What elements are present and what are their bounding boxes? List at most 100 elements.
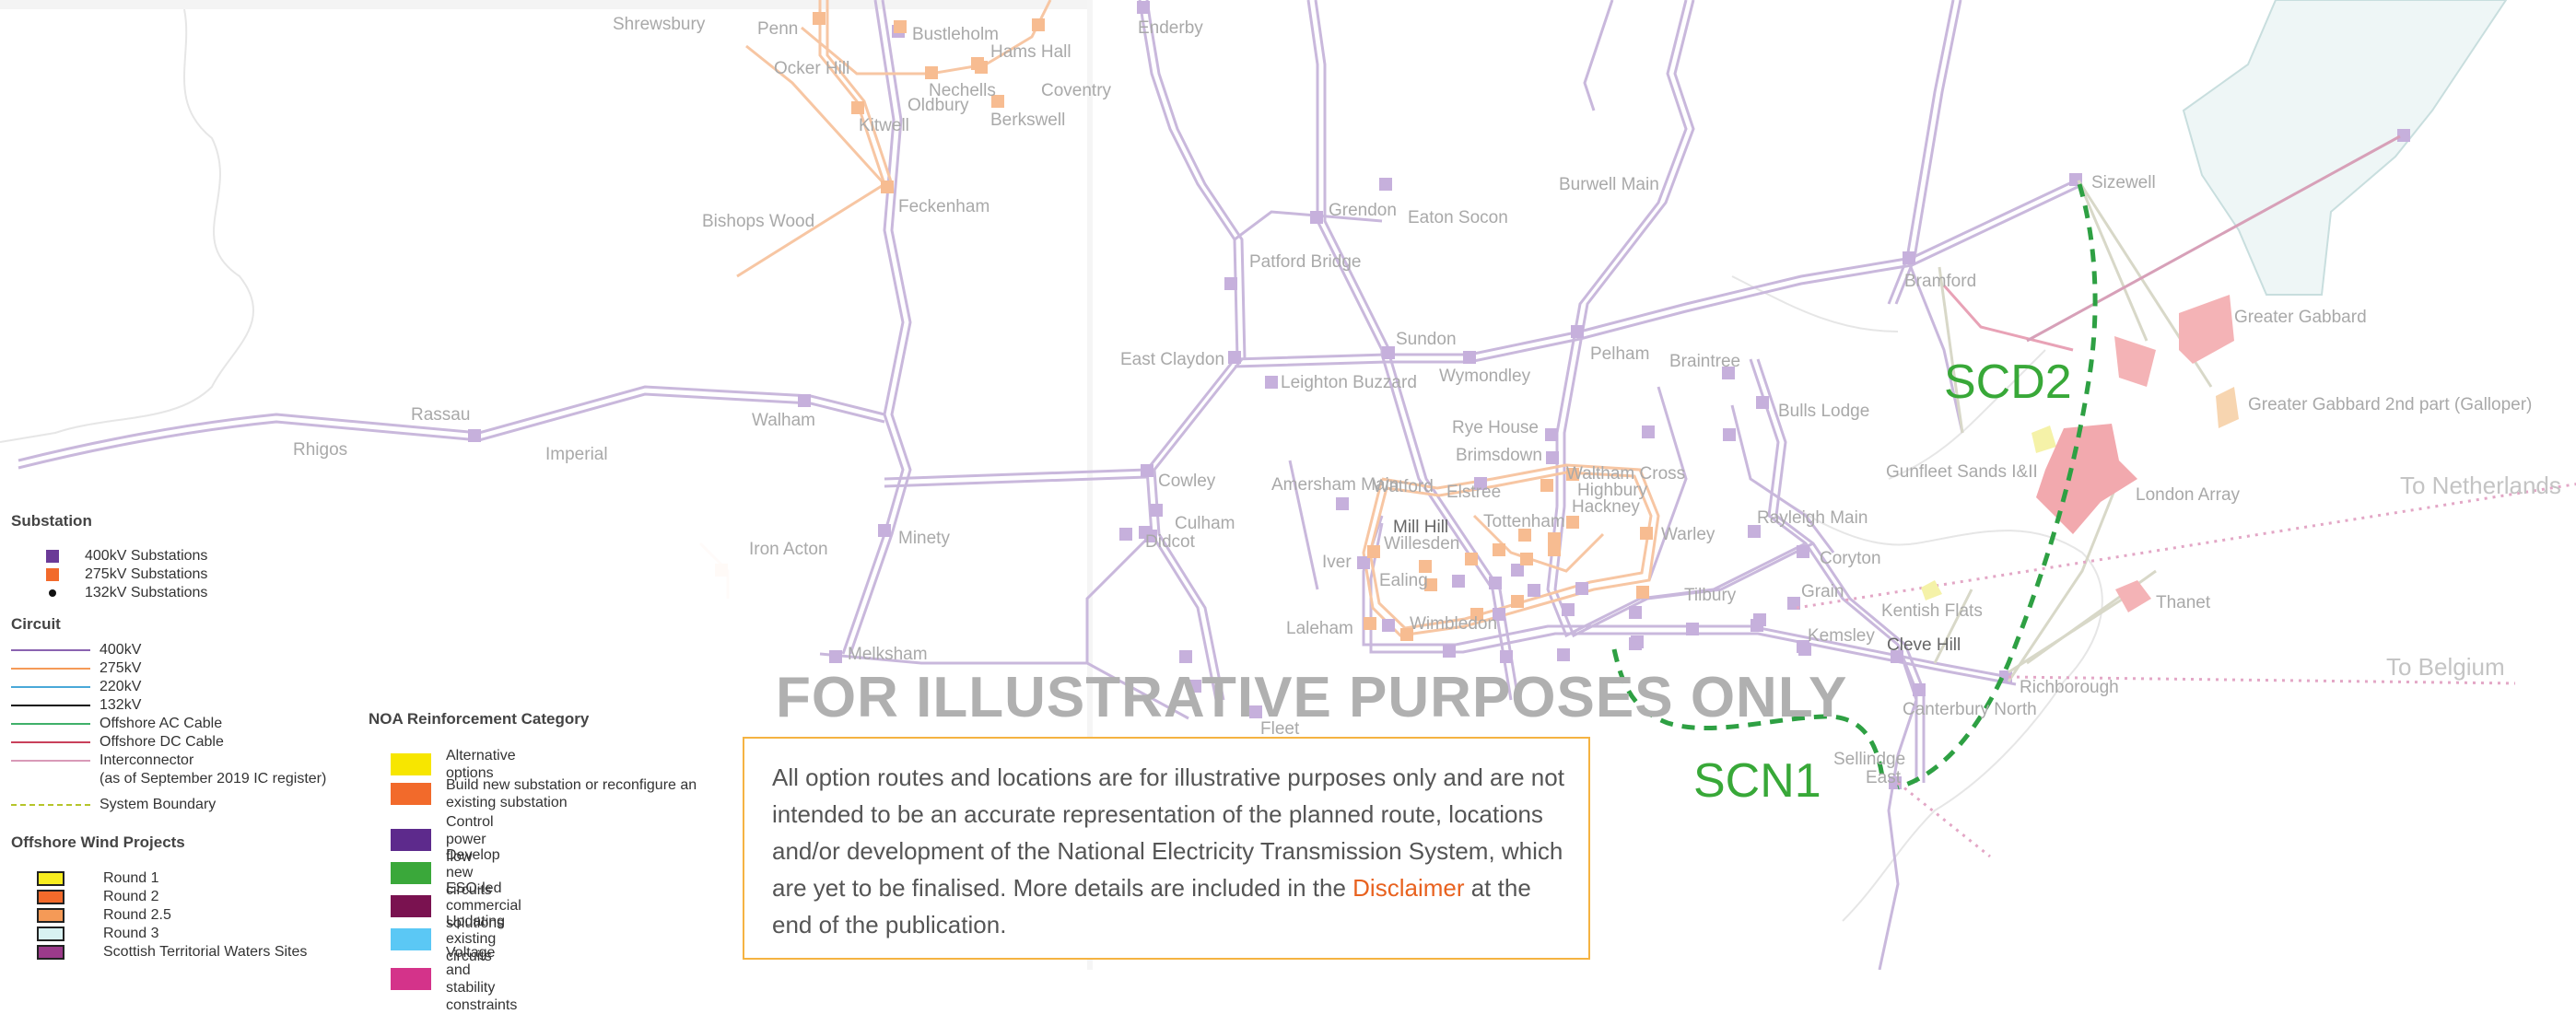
wind-zone-icon xyxy=(37,927,64,941)
label-minety: Minety xyxy=(898,529,950,548)
label-willesden: Willesden xyxy=(1384,534,1459,554)
swatch-icon xyxy=(391,783,431,805)
label-cowley: Cowley xyxy=(1158,472,1216,491)
label-walham: Walham xyxy=(752,411,815,430)
disclaimer-link[interactable]: Disclaimer xyxy=(1352,874,1464,902)
label-melksham: Melksham xyxy=(848,645,928,664)
noa-build-substation: Build new substation or reconfigure an e… xyxy=(391,776,704,811)
swatch-icon xyxy=(391,753,431,775)
legend-wind-round3: Round 3 xyxy=(37,926,159,942)
line-icon xyxy=(11,760,90,762)
legend-substation-title: Substation xyxy=(11,512,92,530)
disclaimer-box: All option routes and locations are for … xyxy=(743,737,1590,960)
label-laleham: Laleham xyxy=(1286,619,1353,638)
label-sizewell: Sizewell xyxy=(2091,173,2156,192)
label-eaton-socon: Eaton Socon xyxy=(1408,208,1508,227)
label-leighton-buzzard: Leighton Buzzard xyxy=(1281,373,1417,392)
label-pelham: Pelham xyxy=(1590,344,1649,364)
label-rhigos: Rhigos xyxy=(293,440,347,460)
label-rayleigh-main: Rayleigh Main xyxy=(1757,508,1868,528)
label-hams-hall: Hams Hall xyxy=(990,42,1071,62)
label-greater-gabbard-2: Greater Gabbard 2nd part (Galloper) xyxy=(2248,395,2532,414)
line-icon xyxy=(11,668,90,670)
label-grendon: Grendon xyxy=(1329,201,1397,220)
line-icon xyxy=(11,741,90,743)
line-icon xyxy=(11,705,90,706)
label-tottenham: Tottenham xyxy=(1483,512,1565,531)
callout-scn1: SCN1 xyxy=(1693,754,1821,808)
callout-scd2: SCD2 xyxy=(1944,355,2072,409)
label-thanet: Thanet xyxy=(2156,593,2211,612)
dot-icon xyxy=(49,589,56,597)
legend-circuit-offshore-ac: Offshore AC Cable xyxy=(11,716,222,732)
noa-voltage-stability: Voltage and stability constraints xyxy=(391,944,517,1014)
label-grain: Grain xyxy=(1801,582,1844,601)
offshore-wind-farms xyxy=(1921,295,2239,612)
label-patford-bridge: Patford Bridge xyxy=(1249,252,1361,272)
label-hackney: Hackney xyxy=(1572,497,1640,517)
label-feckenham: Feckenham xyxy=(898,197,989,216)
label-rye-house: Rye House xyxy=(1452,418,1539,437)
label-culham: Culham xyxy=(1175,514,1235,533)
legend-circuit-ic-note: (as of September 2019 IC register) xyxy=(100,771,327,787)
wind-zone-icon xyxy=(37,890,64,904)
label-berkswell: Berkswell xyxy=(990,111,1065,130)
label-sellindge-east: East xyxy=(1866,768,1902,787)
legend-circuit-220kv: 220kV xyxy=(11,679,141,695)
label-iver: Iver xyxy=(1322,553,1352,572)
label-kemsley: Kemsley xyxy=(1808,626,1875,646)
legend-substation-275kv: 275kV Substations xyxy=(46,566,207,583)
legend-substation-132kv: 132kV Substations xyxy=(46,585,207,601)
label-ocker-hill: Ocker Hill xyxy=(774,59,849,78)
label-imperial: Imperial xyxy=(545,445,608,464)
label-enderby: Enderby xyxy=(1138,18,1203,38)
label-bustleholm: Bustleholm xyxy=(912,25,999,44)
line-icon xyxy=(11,649,90,651)
label-iron-acton: Iron Acton xyxy=(749,540,828,559)
legend-wind-round2: Round 2 xyxy=(37,889,159,905)
legend-circuit-offshore-dc: Offshore DC Cable xyxy=(11,734,224,751)
legend-wind-round25: Round 2.5 xyxy=(37,907,171,924)
wind-zone-icon xyxy=(37,871,64,886)
label-bramford: Bramford xyxy=(1904,272,1976,291)
label-kentish-flats: Kentish Flats xyxy=(1881,601,1983,621)
label-gunfleet-sands: Gunfleet Sands I&II xyxy=(1886,462,2038,482)
label-east-claydon: East Claydon xyxy=(1120,350,1224,369)
label-richborough: Richborough xyxy=(2020,678,2119,697)
noa-title: NOA Reinforcement Category xyxy=(369,710,590,728)
label-coventry: Coventry xyxy=(1041,81,1112,100)
legend-circuit-interconnector: Interconnector xyxy=(11,752,193,769)
label-tilbury: Tilbury xyxy=(1684,586,1737,605)
label-to-netherlands: To Netherlands xyxy=(2400,472,2561,499)
legend-circuit-400kv: 400kV xyxy=(11,642,141,659)
disclaimer-text: All option routes and locations are for … xyxy=(772,763,1564,938)
label-braintree: Braintree xyxy=(1669,352,1740,371)
label-bishops-wood: Bishops Wood xyxy=(702,212,814,231)
legend-circuit-title: Circuit xyxy=(11,615,61,633)
legend-circuit-system-boundary: System Boundary xyxy=(11,797,216,813)
map-edge xyxy=(0,0,1087,9)
label-wymondley: Wymondley xyxy=(1439,367,1531,386)
label-kitwell: Kitwell xyxy=(859,116,909,135)
label-burwell-main: Burwell Main xyxy=(1559,175,1659,194)
label-oldbury: Oldbury xyxy=(907,96,969,115)
square-icon xyxy=(46,568,59,581)
line-icon xyxy=(11,723,90,725)
label-warley: Warley xyxy=(1661,525,1715,544)
swatch-icon xyxy=(391,968,431,990)
legend-wind-round1: Round 1 xyxy=(37,870,159,887)
watermark: FOR ILLUSTRATIVE PURPOSES ONLY xyxy=(776,666,1847,729)
label-to-belgium: To Belgium xyxy=(2386,653,2505,681)
legend-circuit-132kv: 132kV xyxy=(11,697,141,714)
label-ealing: Ealing xyxy=(1379,571,1428,590)
wind-zone-icon xyxy=(37,945,64,960)
square-icon xyxy=(46,550,59,563)
label-shrewsbury: Shrewsbury xyxy=(613,15,706,34)
label-penn: Penn xyxy=(757,19,798,39)
legend-substation-400kv: 400kV Substations xyxy=(46,548,207,565)
label-wimbledon: Wimbledon xyxy=(1410,614,1497,634)
label-canterbury-north: Canterbury North xyxy=(1903,700,2037,719)
label-rassau: Rassau xyxy=(411,405,470,425)
label-london-array: London Array xyxy=(2136,485,2241,505)
label-sellindge: Sellindge xyxy=(1833,750,1905,769)
